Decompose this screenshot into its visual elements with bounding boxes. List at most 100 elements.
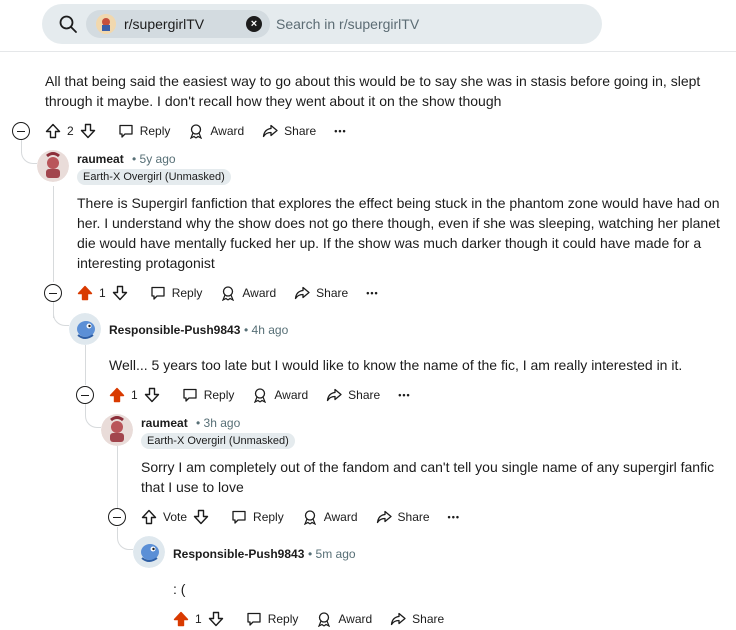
comment-timestamp: • 3h ago bbox=[196, 416, 241, 430]
vote-score: 1 bbox=[195, 612, 202, 626]
thread-line bbox=[117, 446, 118, 508]
header: r/supergirlTV × Search in r/supergirlTV bbox=[0, 0, 736, 52]
share-icon bbox=[295, 286, 310, 300]
share-icon bbox=[376, 510, 392, 524]
reply-label: Reply bbox=[253, 510, 284, 524]
more-options-button[interactable]: ••• bbox=[334, 126, 346, 136]
reply-button[interactable]: Reply bbox=[150, 285, 203, 301]
share-button[interactable]: Share bbox=[262, 123, 316, 139]
award-button[interactable]: Award bbox=[220, 285, 276, 301]
close-icon[interactable]: × bbox=[246, 16, 262, 32]
comment-body: There is Supergirl fanfiction that explo… bbox=[77, 195, 720, 271]
subreddit-chip[interactable]: r/supergirlTV × bbox=[86, 10, 270, 38]
comment-body: Sorry I am completely out of the fandom … bbox=[141, 459, 715, 495]
user-flair: Earth-X Overgirl (Unmasked) bbox=[77, 169, 231, 185]
downvote-icon[interactable] bbox=[144, 387, 160, 403]
subreddit-chip-label: r/supergirlTV bbox=[124, 16, 205, 32]
reply-label: Reply bbox=[171, 286, 203, 300]
award-icon bbox=[190, 124, 203, 139]
award-label: Award bbox=[338, 612, 373, 626]
comment-body: : ( bbox=[173, 581, 186, 597]
award-label: Award bbox=[323, 510, 358, 524]
subreddit-avatar bbox=[96, 14, 116, 34]
reply-button[interactable]: Reply bbox=[231, 509, 284, 525]
comment-actions: Vote Reply Award Share ••• bbox=[141, 505, 460, 529]
share-button[interactable]: Share bbox=[376, 509, 430, 525]
comment-icon bbox=[119, 124, 133, 138]
comment-icon bbox=[247, 612, 261, 626]
upvote-icon[interactable] bbox=[109, 387, 125, 403]
comment-timestamp: • 4h ago bbox=[244, 323, 289, 337]
comment-author[interactable]: Responsible-Push9843 bbox=[173, 547, 304, 561]
award-button[interactable]: Award bbox=[252, 387, 308, 403]
more-options-button[interactable]: ••• bbox=[398, 390, 410, 400]
comment-actions: 2 Reply Award Share ••• bbox=[45, 119, 347, 143]
upvote-icon[interactable] bbox=[141, 509, 157, 525]
share-label: Share bbox=[284, 124, 317, 138]
reply-label: Reply bbox=[267, 612, 299, 626]
share-icon bbox=[263, 124, 278, 138]
collapse-button[interactable] bbox=[108, 508, 126, 526]
comment-timestamp: • 5y ago bbox=[132, 152, 176, 166]
share-button[interactable]: Share bbox=[390, 611, 444, 627]
reply-button[interactable]: Reply bbox=[118, 123, 171, 139]
reply-button[interactable]: Reply bbox=[182, 387, 235, 403]
comment-body: All that being said the easiest way to g… bbox=[45, 73, 701, 109]
award-label: Award bbox=[210, 124, 245, 138]
upvote-icon[interactable] bbox=[77, 285, 93, 301]
downvote-icon[interactable] bbox=[80, 123, 96, 139]
comment-icon bbox=[232, 510, 246, 524]
downvote-icon[interactable] bbox=[208, 611, 224, 627]
thread-elbow bbox=[21, 148, 37, 164]
downvote-icon[interactable] bbox=[112, 285, 128, 301]
award-icon bbox=[318, 612, 331, 627]
comment-icon bbox=[151, 286, 165, 300]
upvote-icon[interactable] bbox=[173, 611, 189, 627]
avatar[interactable] bbox=[133, 536, 165, 568]
collapse-button[interactable] bbox=[44, 284, 62, 302]
comment-actions: 1 Reply Award Share ••• bbox=[77, 281, 379, 305]
share-button[interactable]: Share bbox=[294, 285, 348, 301]
comment-author[interactable]: Responsible-Push9843 bbox=[109, 323, 240, 337]
vote-score: 2 bbox=[67, 124, 74, 138]
award-button[interactable]: Award bbox=[316, 611, 372, 627]
reply-label: Reply bbox=[139, 124, 171, 138]
share-label: Share bbox=[316, 286, 349, 300]
share-label: Share bbox=[412, 612, 445, 626]
vote-score: 1 bbox=[131, 388, 138, 402]
award-button[interactable]: Award bbox=[188, 123, 244, 139]
downvote-icon[interactable] bbox=[193, 509, 209, 525]
avatar[interactable] bbox=[69, 313, 101, 345]
share-icon bbox=[391, 612, 406, 626]
search-bar[interactable]: r/supergirlTV × Search in r/supergirlTV bbox=[42, 4, 602, 44]
comment-actions: 1 Reply Award Share bbox=[173, 607, 462, 630]
reply-button[interactable]: Reply bbox=[246, 611, 299, 627]
share-button[interactable]: Share bbox=[326, 387, 380, 403]
award-button[interactable]: Award bbox=[302, 509, 358, 525]
thread-elbow bbox=[85, 412, 101, 428]
award-icon bbox=[303, 510, 316, 525]
award-icon bbox=[254, 388, 267, 403]
user-flair: Earth-X Overgirl (Unmasked) bbox=[141, 433, 295, 449]
award-label: Award bbox=[274, 388, 309, 402]
more-options-button[interactable]: ••• bbox=[448, 512, 460, 522]
share-icon bbox=[327, 388, 342, 402]
reply-label: Reply bbox=[203, 388, 235, 402]
thread-line bbox=[53, 186, 54, 282]
vote-score: Vote bbox=[163, 510, 188, 524]
comment-icon bbox=[183, 388, 197, 402]
comment-timestamp: • 5m ago bbox=[308, 547, 356, 561]
collapse-button[interactable] bbox=[12, 122, 30, 140]
comment-author[interactable]: raumeat bbox=[77, 152, 124, 166]
collapse-button[interactable] bbox=[76, 386, 94, 404]
award-label: Award bbox=[242, 286, 277, 300]
avatar[interactable] bbox=[37, 150, 69, 182]
avatar[interactable] bbox=[101, 414, 133, 446]
upvote-icon[interactable] bbox=[45, 123, 61, 139]
thread-line bbox=[85, 345, 86, 385]
comment-author[interactable]: raumeat bbox=[141, 416, 188, 430]
comment-body: Well... 5 years too late but I would lik… bbox=[109, 357, 683, 373]
more-options-button[interactable]: ••• bbox=[366, 288, 378, 298]
search-icon bbox=[59, 15, 77, 33]
search-input[interactable]: Search in r/supergirlTV bbox=[276, 16, 419, 32]
